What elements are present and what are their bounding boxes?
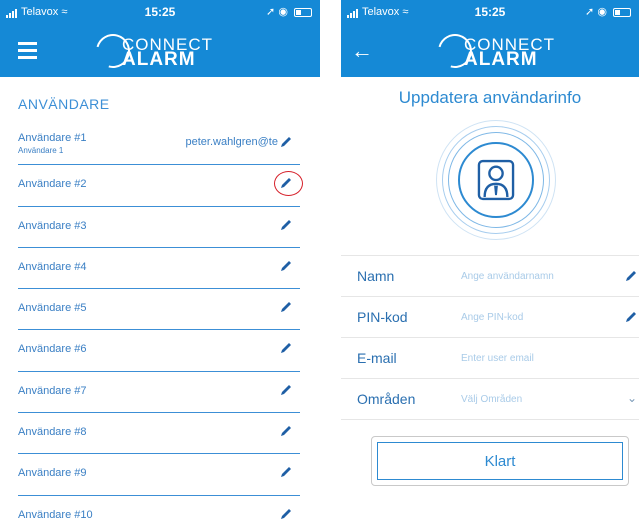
status-icons: ➚ ◉ bbox=[585, 5, 631, 18]
user-list: Användare #1 Användare 1 peter.wahlgren@… bbox=[18, 124, 303, 528]
email-label: E-mail bbox=[357, 350, 397, 366]
logo-alarm-text: ALARM bbox=[464, 49, 538, 70]
pencil-icon[interactable] bbox=[280, 219, 292, 231]
user-name: Användare #9 bbox=[18, 467, 87, 480]
user-row[interactable]: Användare #2 bbox=[18, 165, 303, 207]
user-name: Användare #4 bbox=[18, 260, 87, 273]
pencil-icon[interactable] bbox=[280, 342, 292, 354]
user-row[interactable]: Användare #9 bbox=[18, 454, 300, 496]
name-row: Namn bbox=[341, 256, 639, 297]
name-input[interactable] bbox=[461, 267, 611, 285]
pencil-icon[interactable] bbox=[280, 508, 292, 520]
user-row[interactable]: Användare #1 Användare 1 peter.wahlgren@… bbox=[18, 124, 300, 166]
status-bar: Telavox ≈ 15:25 ➚ ◉ bbox=[341, 5, 639, 21]
users-screen: Telavox ≈ 15:25 ➚ ◉ CONNECT ALARM ANVÄND… bbox=[0, 0, 320, 528]
user-row[interactable]: Användare #7 bbox=[18, 372, 300, 414]
user-row[interactable]: Användare #3 bbox=[18, 207, 300, 248]
pencil-icon[interactable] bbox=[625, 311, 637, 323]
alarm-clock-icon: ◉ bbox=[278, 6, 288, 18]
hamburger-menu-icon[interactable] bbox=[18, 42, 37, 59]
user-row[interactable]: Användare #4 bbox=[18, 248, 300, 290]
user-row[interactable]: Användare #6 bbox=[18, 330, 300, 372]
chevron-down-icon[interactable]: ⌄ bbox=[627, 391, 637, 405]
user-row[interactable]: Användare #8 bbox=[18, 413, 300, 455]
page-title: Uppdatera användarinfo bbox=[398, 88, 582, 107]
location-icon: ➚ bbox=[585, 6, 595, 18]
alarm-clock-icon: ◉ bbox=[597, 6, 607, 18]
logo-alarm-text: ALARM bbox=[122, 49, 196, 70]
areas-label: Områden bbox=[357, 391, 416, 407]
avatar bbox=[436, 120, 556, 240]
user-row[interactable]: Användare #10 bbox=[18, 496, 300, 528]
done-button-frame: Klart bbox=[371, 436, 629, 486]
edit-user-screen: Telavox ≈ 15:25 ➚ ◉ ← CONNECT ALARM Uppd… bbox=[341, 0, 639, 528]
areas-row[interactable]: Områden ⌄ bbox=[341, 379, 639, 420]
pencil-icon[interactable] bbox=[280, 384, 292, 396]
section-title: ANVÄNDARE bbox=[18, 96, 110, 112]
back-arrow-icon[interactable]: ← bbox=[351, 38, 373, 64]
pencil-icon[interactable] bbox=[280, 260, 292, 272]
user-name: Användare #2 bbox=[18, 178, 87, 191]
pin-label: PIN-kod bbox=[357, 309, 408, 325]
user-email: peter.wahlgren@te bbox=[185, 136, 278, 148]
user-name: Användare #10 bbox=[18, 508, 93, 521]
battery-icon bbox=[613, 7, 631, 17]
connect-alarm-logo: CONNECT ALARM bbox=[431, 27, 568, 75]
pencil-icon[interactable] bbox=[280, 425, 292, 437]
pencil-icon[interactable] bbox=[280, 301, 292, 313]
user-name: Användare #7 bbox=[18, 384, 87, 397]
name-label: Namn bbox=[357, 268, 395, 284]
pin-input[interactable] bbox=[461, 308, 611, 326]
battery-icon bbox=[294, 7, 312, 17]
user-row[interactable]: Användare #5 bbox=[18, 289, 300, 331]
email-row: E-mail bbox=[341, 338, 639, 379]
areas-select[interactable] bbox=[461, 390, 611, 408]
location-icon: ➚ bbox=[266, 6, 276, 18]
user-name: Användare #5 bbox=[18, 302, 87, 315]
user-avatar-icon bbox=[458, 142, 534, 218]
app-header: Telavox ≈ 15:25 ➚ ◉ ← CONNECT ALARM bbox=[341, 0, 639, 77]
pencil-icon[interactable] bbox=[625, 270, 637, 282]
status-bar: Telavox ≈ 15:25 ➚ ◉ bbox=[0, 5, 320, 21]
pencil-icon[interactable] bbox=[280, 136, 292, 148]
connect-alarm-logo: CONNECT ALARM bbox=[89, 27, 226, 75]
status-icons: ➚ ◉ bbox=[266, 5, 312, 18]
user-info-form: Namn PIN-kod E-mail Områden ⌄ bbox=[341, 255, 639, 420]
email-field[interactable] bbox=[461, 349, 611, 367]
pin-row: PIN-kod bbox=[341, 297, 639, 338]
done-button[interactable]: Klart bbox=[377, 442, 623, 480]
user-name: Användare #6 bbox=[18, 343, 87, 356]
user-name: Användare #8 bbox=[18, 426, 87, 439]
person-icon bbox=[477, 159, 515, 201]
user-subtitle: Användare 1 bbox=[18, 146, 64, 155]
app-header: Telavox ≈ 15:25 ➚ ◉ CONNECT ALARM bbox=[0, 0, 320, 77]
user-name: Användare #3 bbox=[18, 219, 87, 232]
highlight-circle bbox=[274, 171, 303, 197]
pencil-icon[interactable] bbox=[280, 466, 292, 478]
user-name: Användare #1 bbox=[18, 132, 87, 144]
